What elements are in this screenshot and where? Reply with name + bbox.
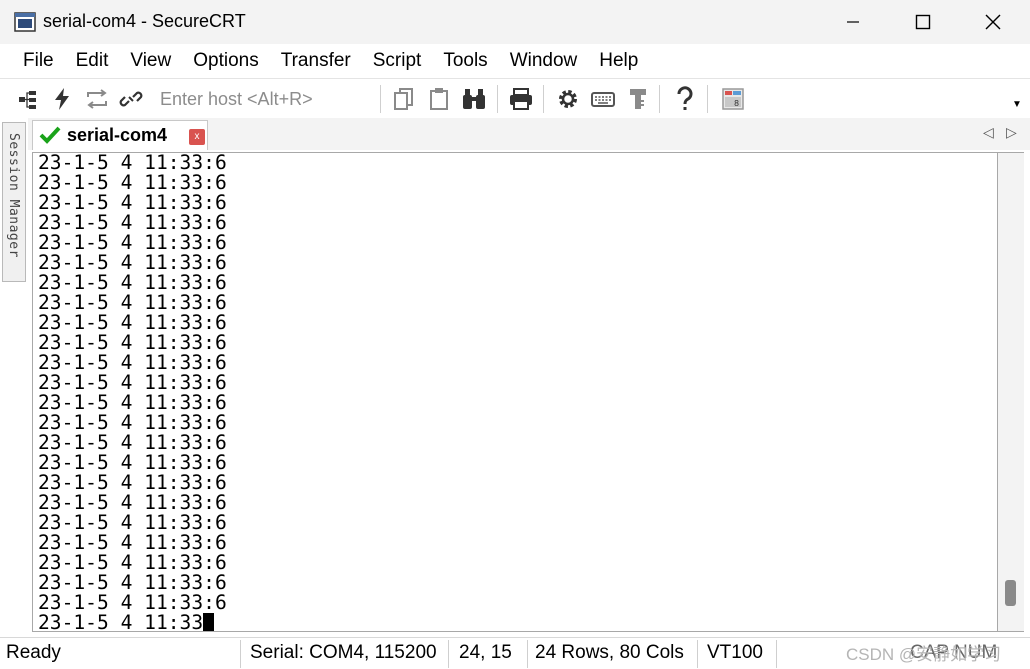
connected-check-icon (39, 125, 61, 150)
status-divider (448, 640, 449, 668)
close-button[interactable] (970, 0, 1016, 44)
tab-scroll-left-icon[interactable]: ◁ (983, 124, 994, 141)
reconnect-icon[interactable] (83, 85, 111, 113)
terminal-line: 23-1-5 4 11:33:6 (38, 391, 227, 414)
status-divider (240, 640, 241, 668)
terminal-line: 23-1-5 4 11:33:6 (38, 251, 227, 274)
find-binoculars-icon[interactable] (460, 85, 488, 113)
terminal-line: 23-1-5 4 11:33:6 (38, 451, 227, 474)
maximize-button[interactable] (900, 0, 946, 44)
menu-tools[interactable]: Tools (432, 44, 498, 78)
terminal-line: 23-1-5 4 11:33:6 (38, 531, 227, 554)
terminal-line: 23-1-5 4 11:33:6 (38, 551, 227, 574)
terminal-line: 23-1-5 4 11:33:6 (38, 271, 227, 294)
toolbar-divider (659, 85, 660, 113)
svg-text:8: 8 (734, 99, 739, 108)
status-bar: Ready Serial: COM4, 115200 24, 15 24 Row… (0, 637, 1030, 669)
paste-icon[interactable] (425, 85, 453, 113)
tab-label: serial-com4 (67, 125, 168, 145)
print-icon[interactable] (507, 85, 535, 113)
help-question-icon[interactable] (671, 85, 699, 113)
status-connection: Serial: COM4, 115200 (250, 642, 437, 663)
status-divider (527, 640, 528, 668)
securecrt-app-icon (14, 12, 36, 32)
terminal-line: 23-1-5 4 11:33:6 (38, 511, 227, 534)
tab-close-icon[interactable]: x (189, 129, 205, 145)
copy-icon[interactable] (390, 85, 418, 113)
toolbar-divider (543, 85, 544, 113)
menu-help[interactable]: Help (588, 44, 649, 78)
menu-file[interactable]: File (12, 44, 65, 78)
status-dimensions: 24 Rows, 80 Cols (535, 642, 684, 663)
session-manager-label: Session Manager (6, 133, 21, 258)
menu-view[interactable]: View (119, 44, 182, 78)
status-cursor-position: 24, 15 (459, 642, 512, 663)
terminal-line: 23-1-5 4 11:33:6 (38, 351, 227, 374)
terminal-line: 23-1-5 4 11:33:6 (38, 231, 227, 254)
status-divider (776, 640, 777, 668)
terminal-line: 23-1-5 4 11:33:6 (38, 371, 227, 394)
status-divider (697, 640, 698, 668)
menu-window[interactable]: Window (499, 44, 589, 78)
scrollbar-thumb[interactable] (1005, 580, 1016, 606)
toolbar-overflow-chevron-down-icon[interactable]: ▼ (1012, 99, 1022, 110)
terminal-line: 23-1-5 4 11:33:6 (38, 171, 227, 194)
terminal-output: 23-1-5 4 11:33:6 23-1-5 4 11:33:6 23-1-5 4… (38, 152, 227, 632)
toolbar: 8 ▼ (0, 78, 1030, 118)
tab-serial-com4[interactable]: serial-com4 x (32, 120, 208, 150)
terminal-line: 23-1-5 4 11:33:6 (38, 291, 227, 314)
terminal-line-current: 23-1-5 4 11:33 (38, 611, 227, 632)
terminal-line: 23-1-5 4 11:33:6 (38, 211, 227, 234)
session-manager-tab[interactable]: Session Manager (2, 122, 26, 282)
title-bar[interactable]: serial-com4 - SecureCRT (0, 0, 1030, 44)
minimize-button[interactable] (830, 0, 876, 44)
sftp-session-icon[interactable]: 8 (719, 85, 747, 113)
terminal-current-text: 23-1-5 4 11:33 (38, 611, 204, 632)
window-title: serial-com4 - SecureCRT (43, 11, 246, 31)
terminal-line: 23-1-5 4 11:33:6 (38, 152, 227, 174)
terminal-line: 23-1-5 4 11:33:6 (38, 431, 227, 454)
terminal-line: 23-1-5 4 11:33:6 (38, 591, 227, 614)
disconnect-icon[interactable] (117, 85, 145, 113)
tab-scroll-right-icon[interactable]: ▷ (1006, 124, 1017, 141)
terminal-scrollbar[interactable] (998, 152, 1024, 632)
toolbar-divider (380, 85, 381, 113)
watermark: CSDN @安静如学习 (846, 645, 1002, 664)
terminal-line: 23-1-5 4 11:33:6 (38, 571, 227, 594)
keymap-keyboard-icon[interactable] (589, 85, 617, 113)
terminal-line: 23-1-5 4 11:33:6 (38, 491, 227, 514)
terminal-line: 23-1-5 4 11:33:6 (38, 331, 227, 354)
key-agent-icon[interactable] (624, 85, 652, 113)
toolbar-divider (707, 85, 708, 113)
menu-bar: File Edit View Options Transfer Script T… (0, 44, 1030, 78)
session-tab-bar: serial-com4 x ◁ ▷ (28, 118, 1030, 150)
terminal-line: 23-1-5 4 11:33:6 (38, 191, 227, 214)
terminal-line: 23-1-5 4 11:33:6 (38, 311, 227, 334)
menu-transfer[interactable]: Transfer (270, 44, 362, 78)
menu-edit[interactable]: Edit (65, 44, 120, 78)
toolbar-divider (497, 85, 498, 113)
settings-gear-icon[interactable] (554, 85, 582, 113)
terminal-view[interactable]: 23-1-5 4 11:33:6 23-1-5 4 11:33:6 23-1-5 4… (32, 152, 998, 632)
status-ready: Ready (6, 642, 61, 663)
enter-host-input[interactable] (150, 85, 370, 113)
terminal-line: 23-1-5 4 11:33:6 (38, 471, 227, 494)
menu-script[interactable]: Script (362, 44, 433, 78)
status-emulation: VT100 (707, 642, 763, 663)
quick-connect-icon[interactable] (48, 85, 76, 113)
terminal-line: 23-1-5 4 11:33:6 (38, 411, 227, 434)
connect-icon[interactable] (14, 85, 42, 113)
terminal-cursor (203, 613, 215, 631)
menu-options[interactable]: Options (182, 44, 269, 78)
